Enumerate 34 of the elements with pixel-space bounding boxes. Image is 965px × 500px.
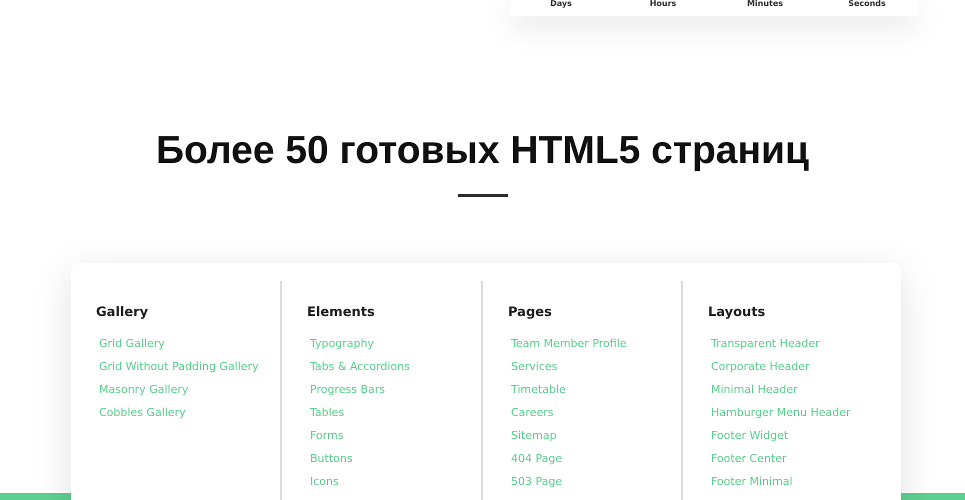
page-link[interactable]: Footer Widget bbox=[711, 429, 788, 443]
column-heading: Layouts bbox=[708, 305, 766, 320]
page-link[interactable]: Grid Gallery bbox=[99, 337, 165, 351]
page-link[interactable]: Grid Without Padding Gallery bbox=[99, 360, 259, 374]
section-title: Более 50 готовых HTML5 страниц bbox=[154, 128, 810, 174]
page-link[interactable]: Corporate Header bbox=[711, 360, 810, 374]
page-link[interactable]: Cobbles Gallery bbox=[99, 406, 186, 420]
countdown-label: Minutes bbox=[746, 0, 784, 8]
page-link[interactable]: Icons bbox=[310, 475, 339, 489]
page-link[interactable]: Sitemap bbox=[511, 429, 557, 443]
page-link[interactable]: 404 Page bbox=[511, 452, 562, 466]
page-link[interactable]: Forms bbox=[310, 429, 344, 443]
page-link[interactable]: Footer Minimal bbox=[711, 475, 793, 489]
countdown-label: Hours bbox=[650, 0, 676, 8]
page-link[interactable]: Minimal Header bbox=[711, 383, 798, 397]
column-heading: Pages bbox=[508, 305, 552, 320]
page-link[interactable]: Team Member Profile bbox=[511, 337, 627, 351]
page-link[interactable]: Tabs & Accordions bbox=[310, 360, 410, 374]
column-heading: Elements bbox=[307, 305, 375, 320]
countdown-label: Seconds bbox=[848, 0, 886, 8]
page-link[interactable]: Typography bbox=[310, 337, 374, 351]
page-link[interactable]: Hamburger Menu Header bbox=[711, 406, 851, 420]
page-link[interactable]: Tables bbox=[310, 406, 344, 420]
page-link[interactable]: Transparent Header bbox=[711, 337, 820, 351]
page-link[interactable]: 503 Page bbox=[511, 475, 562, 489]
page-link[interactable]: Footer Center bbox=[711, 452, 787, 466]
page-link[interactable]: Masonry Gallery bbox=[99, 383, 188, 397]
page-link[interactable]: Buttons bbox=[310, 452, 353, 466]
page-link[interactable]: Services bbox=[511, 360, 558, 374]
page-link[interactable]: Progress Bars bbox=[310, 383, 385, 397]
page-link[interactable]: Careers bbox=[511, 406, 554, 420]
countdown-label: Days bbox=[550, 0, 572, 8]
column-heading: Gallery bbox=[96, 305, 148, 320]
page-link[interactable]: Timetable bbox=[511, 383, 566, 397]
